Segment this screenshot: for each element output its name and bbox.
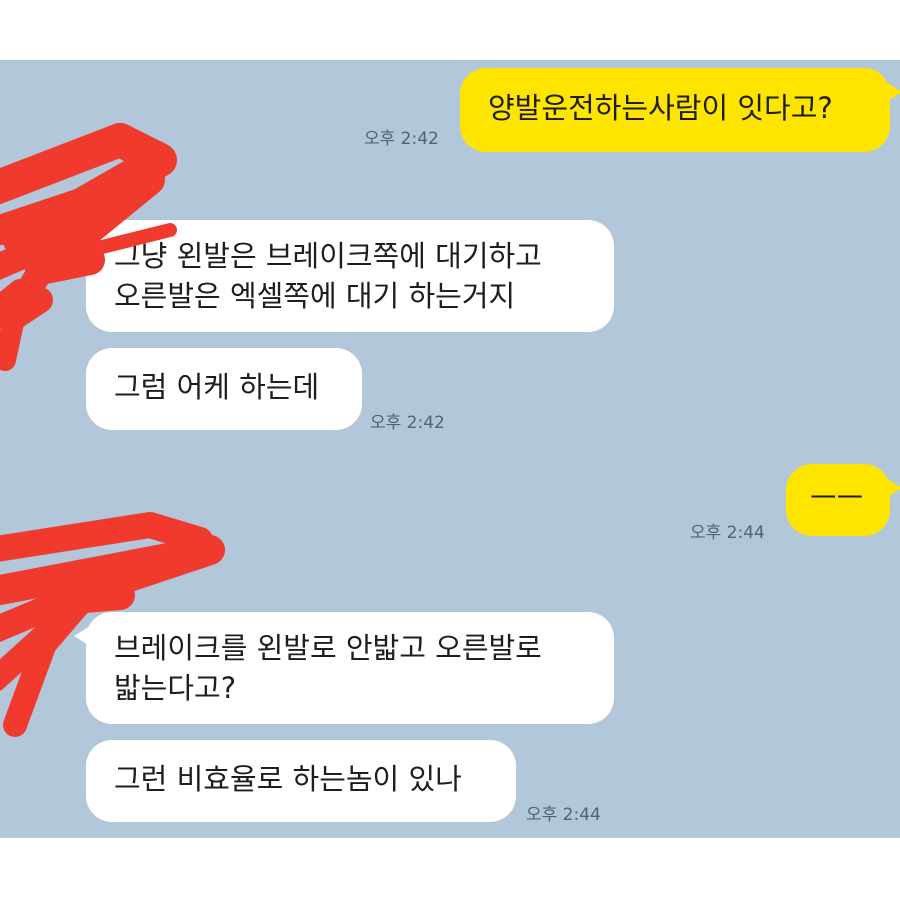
bubble-tail [886,82,900,102]
bubble-tail [74,626,90,646]
message-text: 그럼 어케 하는데 [114,370,320,404]
their-message-bubble[interactable]: 그런 비효율로 하는놈이 있나 [86,740,516,822]
my-message-bubble[interactable]: ㅡㅡ [786,464,900,536]
their-message-bubble[interactable]: 브레이크를 왼발로 안밟고 오른발로 밟는다고? [74,612,614,724]
message-timestamp: 오후 2:44 [690,523,765,543]
my-message-bubble[interactable]: 양발운전하는사람이 잇다고? [460,68,900,152]
message-text: 양발운전하는사람이 잇다고? [488,91,833,125]
message-timestamp: 오후 2:42 [370,413,445,433]
message-text: 오른발은 엑셀쪽에 대기 하는거지 [114,279,516,313]
chat-room: 양발운전하는사람이 잇다고? 오후 2:42 그냥 왼발은 브레이크쪽에 대기하… [0,60,900,838]
message-timestamp: 오후 2:42 [364,129,439,149]
message-text: ㅡㅡ [810,481,864,515]
message-text: 브레이크를 왼발로 안밟고 오른발로 [114,631,542,665]
bubble-tail [74,234,90,254]
their-message-bubble[interactable]: 그냥 왼발은 브레이크쪽에 대기하고 오른발은 엑셀쪽에 대기 하는거지 [74,220,614,332]
bubble-tail [886,478,900,498]
message-timestamp: 오후 2:44 [526,805,601,825]
message-text: 밟는다고? [114,671,237,705]
message-text: 그런 비효율로 하는놈이 있나 [114,762,462,796]
their-message-bubble[interactable]: 그럼 어케 하는데 [86,348,362,430]
message-text: 그냥 왼발은 브레이크쪽에 대기하고 [114,239,542,273]
